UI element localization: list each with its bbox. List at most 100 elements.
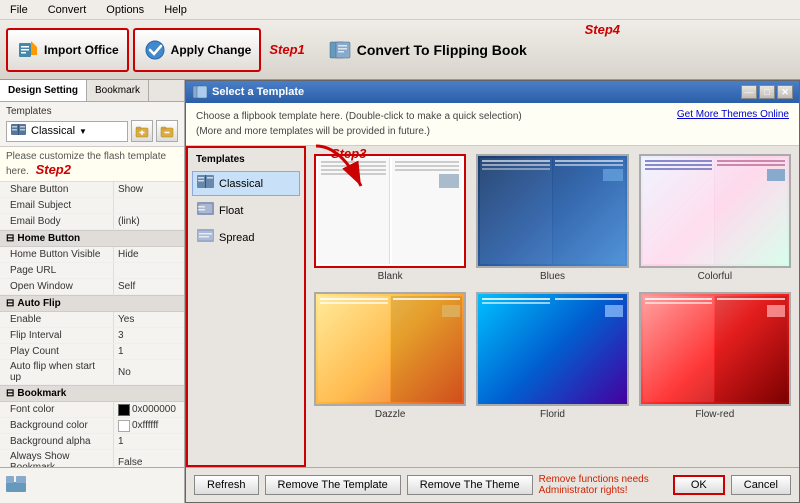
dialog-titlebar: Select a Template — □ ✕ xyxy=(186,81,799,103)
spread-thumb xyxy=(197,229,215,246)
prop-row-play-count: Play Count 1 xyxy=(0,344,184,360)
dialog-minimize-button[interactable]: — xyxy=(741,85,757,99)
dialog-icon xyxy=(192,84,208,100)
template-name-blank: Blank xyxy=(314,271,466,282)
menu-options[interactable]: Options xyxy=(102,2,148,18)
dialog-top-info: Choose a flipbook template here. (Double… xyxy=(186,103,799,146)
dialog-title: Select a Template xyxy=(192,84,304,100)
template-list-panel: Templates Clas xyxy=(186,146,306,467)
template-list-wrapper: Templates Clas xyxy=(186,146,306,467)
settings-icon xyxy=(4,472,28,496)
font-color-swatch xyxy=(118,404,130,416)
template-item-label-classical: Classical xyxy=(219,178,263,190)
toolbar: Import Office Apply Change Step1 Convert… xyxy=(0,20,800,80)
more-themes-link[interactable]: Get More Themes Online xyxy=(677,109,789,120)
tab-design-setting[interactable]: Design Setting xyxy=(0,80,87,101)
dialog-info-text: Choose a flipbook template here. (Double… xyxy=(196,109,522,139)
cancel-button[interactable]: Cancel xyxy=(731,475,791,495)
import-office-button[interactable]: Import Office xyxy=(6,28,129,72)
import-label: Import Office xyxy=(44,43,119,57)
tabs-row: Design Setting Bookmark xyxy=(0,80,184,102)
dialog-body: Templates Clas xyxy=(186,146,799,467)
remove-theme-button[interactable]: Remove The Theme xyxy=(407,475,533,495)
template-preview-blank xyxy=(314,154,466,268)
prop-row-share: Share Button Show xyxy=(0,182,184,198)
prop-row-always-show: Always Show Bookmark False xyxy=(0,450,184,467)
template-card-blank[interactable]: Blank xyxy=(314,154,466,282)
customize-text: Please customize the flash template here… xyxy=(0,147,184,182)
book-icon xyxy=(11,124,27,139)
folder-remove-icon xyxy=(160,124,174,138)
template-preview-blues xyxy=(476,154,628,268)
step1-label: Step1 xyxy=(269,42,304,57)
group-home-button: ⊟ Home Button xyxy=(0,230,184,247)
dialog-footer: Refresh Remove The Template Remove The T… xyxy=(186,467,799,502)
template-preview-colorful xyxy=(639,154,791,268)
template-name-blues: Blues xyxy=(476,271,628,282)
template-preview-florid xyxy=(476,292,628,406)
convert-icon xyxy=(329,39,351,61)
menu-convert[interactable]: Convert xyxy=(44,2,91,18)
template-name-colorful: Colorful xyxy=(639,271,791,282)
prop-row-bg-color: Background color 0xffffff xyxy=(0,418,184,434)
template-card-florid[interactable]: Florid xyxy=(476,292,628,420)
template-name-flowred: Flow-red xyxy=(639,409,791,420)
prop-row-email-body: Email Body (link) xyxy=(0,214,184,230)
prop-row-home-visible: Home Button Visible Hide xyxy=(0,247,184,263)
group-bookmark: ⊟ Bookmark xyxy=(0,385,184,402)
template-card-colorful[interactable]: Colorful xyxy=(639,154,791,282)
footer-warning: Remove functions needs Administrator rig… xyxy=(539,474,667,496)
float-thumb xyxy=(197,202,215,219)
dropdown-arrow-icon: ▼ xyxy=(79,127,87,136)
remove-template-footer-button[interactable]: Remove The Template xyxy=(265,475,401,495)
bottom-icon-area xyxy=(0,467,184,503)
menu-help[interactable]: Help xyxy=(160,2,191,18)
prop-row-open-window: Open Window Self xyxy=(0,279,184,295)
template-preview-flowred xyxy=(639,292,791,406)
main-container: Design Setting Bookmark Templates xyxy=(0,80,800,503)
template-card-dazzle[interactable]: Dazzle xyxy=(314,292,466,420)
ok-button[interactable]: OK xyxy=(673,475,725,495)
template-item-label-float: Float xyxy=(219,205,243,217)
template-item-spread[interactable]: Spread xyxy=(192,225,300,250)
step4-label: Step4 xyxy=(585,22,620,37)
template-card-blues[interactable]: Blues xyxy=(476,154,628,282)
step2-label: Step2 xyxy=(36,162,71,177)
template-name-florid: Florid xyxy=(476,409,628,420)
prop-row-auto-flip-start: Auto flip when start up No xyxy=(0,360,184,385)
menu-bar: File Convert Options Help xyxy=(0,0,800,20)
apply-change-button[interactable]: Apply Change xyxy=(133,28,262,72)
dialog-close-button[interactable]: ✕ xyxy=(777,85,793,99)
classical-thumb xyxy=(197,175,215,192)
template-name-dazzle: Dazzle xyxy=(314,409,466,420)
template-item-classical[interactable]: Classical xyxy=(192,171,300,196)
add-template-button[interactable] xyxy=(131,120,153,142)
import-icon xyxy=(16,38,40,62)
left-panel: Design Setting Bookmark Templates xyxy=(0,80,185,503)
right-panel: Select a Template — □ ✕ Choose a flipboo… xyxy=(185,80,800,503)
refresh-button[interactable]: Refresh xyxy=(194,475,259,495)
prop-row-enable: Enable Yes xyxy=(0,312,184,328)
template-preview-dazzle xyxy=(314,292,466,406)
menu-file[interactable]: File xyxy=(6,2,32,18)
bg-color-swatch xyxy=(118,420,130,432)
template-item-label-spread: Spread xyxy=(219,232,254,244)
apply-icon xyxy=(143,38,167,62)
template-dropdown[interactable]: Classical ▼ xyxy=(6,121,128,142)
template-grid-panel: Blank xyxy=(306,146,799,467)
template-selected-value: Classical xyxy=(31,125,75,137)
prop-row-flip-interval: Flip Interval 3 xyxy=(0,328,184,344)
template-selector: Classical ▼ xyxy=(6,120,178,142)
prop-row-font-color: Font color 0x000000 xyxy=(0,402,184,418)
prop-row-bg-alpha: Background alpha 1 xyxy=(0,434,184,450)
group-auto-flip: ⊟ Auto Flip xyxy=(0,295,184,312)
template-item-float[interactable]: Float xyxy=(192,198,300,223)
template-card-flowred[interactable]: Flow-red xyxy=(639,292,791,420)
remove-template-button[interactable] xyxy=(156,120,178,142)
prop-row-email-subject: Email Subject xyxy=(0,198,184,214)
prop-row-page-url: Page URL xyxy=(0,263,184,279)
dialog-maximize-button[interactable]: □ xyxy=(759,85,775,99)
dialog-controls: — □ ✕ xyxy=(741,85,793,99)
template-dialog: Select a Template — □ ✕ Choose a flipboo… xyxy=(185,80,800,503)
tab-bookmark[interactable]: Bookmark xyxy=(87,80,149,101)
